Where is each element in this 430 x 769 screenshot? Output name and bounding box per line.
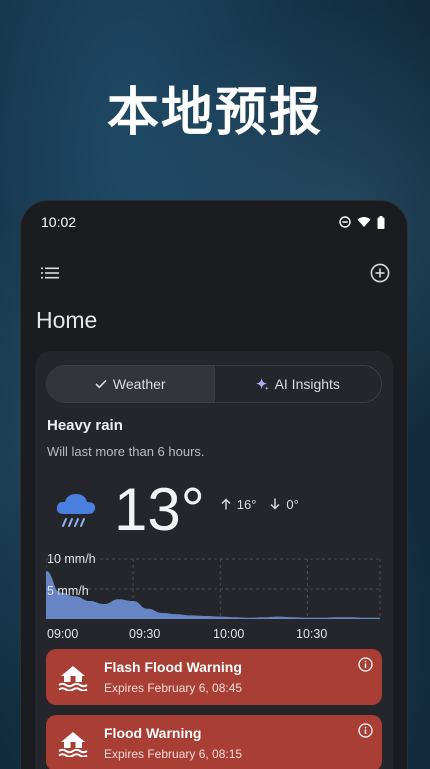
x-axis-label-0900: 09:00 xyxy=(47,627,78,641)
alert-text: Flash Flood Warning Expires February 6, … xyxy=(104,659,242,695)
alert-expiry: Expires February 6, 08:45 xyxy=(104,681,243,695)
alert-flood-warning[interactable]: Flood Warning Expires February 6, 08:15 xyxy=(46,715,382,769)
status-time: 10:02 xyxy=(41,214,77,230)
battery-icon xyxy=(377,215,385,229)
info-icon[interactable] xyxy=(358,657,373,672)
view-toggle: Weather AI Insights xyxy=(46,365,382,403)
sparkle-icon xyxy=(255,377,269,390)
alert-title: Flood Warning xyxy=(104,725,202,741)
high-temp-value: 16° xyxy=(236,496,257,512)
check-icon xyxy=(95,379,107,389)
y-axis-label-5: 5 mm/h xyxy=(47,584,89,598)
high-low: 16° 0° xyxy=(221,497,299,512)
tab-ai-insights[interactable]: AI Insights xyxy=(215,366,382,402)
high-temp: 16° xyxy=(221,496,257,512)
status-icons xyxy=(339,215,385,229)
x-axis-label-1000: 10:00 xyxy=(213,627,244,641)
promo-headline: 本地预报 xyxy=(106,83,323,143)
low-temp: 0° xyxy=(270,496,299,512)
flood-house-icon xyxy=(58,732,88,757)
heavy-rain-icon xyxy=(56,494,96,527)
list-menu-icon xyxy=(41,267,59,279)
alert-text: Flood Warning Expires February 6, 08:15 xyxy=(104,725,242,761)
app-bar xyxy=(21,243,407,303)
precipitation-area xyxy=(46,571,380,619)
phone-frame: 10:02 Home Weather AI Insights Heavy rai… xyxy=(20,200,408,769)
wifi-icon xyxy=(357,217,371,227)
low-temp-value: 0° xyxy=(286,496,299,512)
current-temperature-row: 13° 16° 0° xyxy=(46,475,382,545)
alert-title: Flash Flood Warning xyxy=(104,659,242,675)
x-axis-label-1030: 10:30 xyxy=(296,627,327,641)
add-location-button[interactable] xyxy=(367,260,393,286)
x-axis-label-0930: 09:30 xyxy=(129,627,160,641)
alert-flash-flood-warning[interactable]: Flash Flood Warning Expires February 6, … xyxy=(46,649,382,705)
precipitation-chart-svg: 10 mm/h 5 mm/h 09:00 09:30 10:00 10:30 xyxy=(45,552,381,641)
do-not-disturb-icon xyxy=(339,216,351,228)
alert-expiry: Expires February 6, 08:15 xyxy=(104,747,243,761)
tab-ai-insights-label: AI Insights xyxy=(274,376,340,392)
flood-house-icon xyxy=(58,666,88,691)
current-temperature: 13° xyxy=(114,476,205,543)
tab-weather[interactable]: Weather xyxy=(47,366,215,402)
status-bar: 10:02 xyxy=(21,201,407,243)
add-circle-icon xyxy=(370,263,390,283)
y-axis-label-10: 10 mm/h xyxy=(47,552,96,566)
condition-description: Will last more than 6 hours. xyxy=(47,444,205,459)
arrow-down-icon xyxy=(270,498,280,510)
condition-title: Heavy rain xyxy=(47,417,123,434)
weather-card: Weather AI Insights Heavy rain Will last… xyxy=(35,351,393,769)
page-title: Home xyxy=(36,307,98,333)
info-icon[interactable] xyxy=(358,723,373,738)
precipitation-chart: 10 mm/h 5 mm/h 09:00 09:30 10:00 10:30 xyxy=(45,549,382,641)
menu-button[interactable] xyxy=(37,260,63,286)
arrow-up-icon xyxy=(221,498,231,510)
tab-weather-label: Weather xyxy=(112,376,166,392)
